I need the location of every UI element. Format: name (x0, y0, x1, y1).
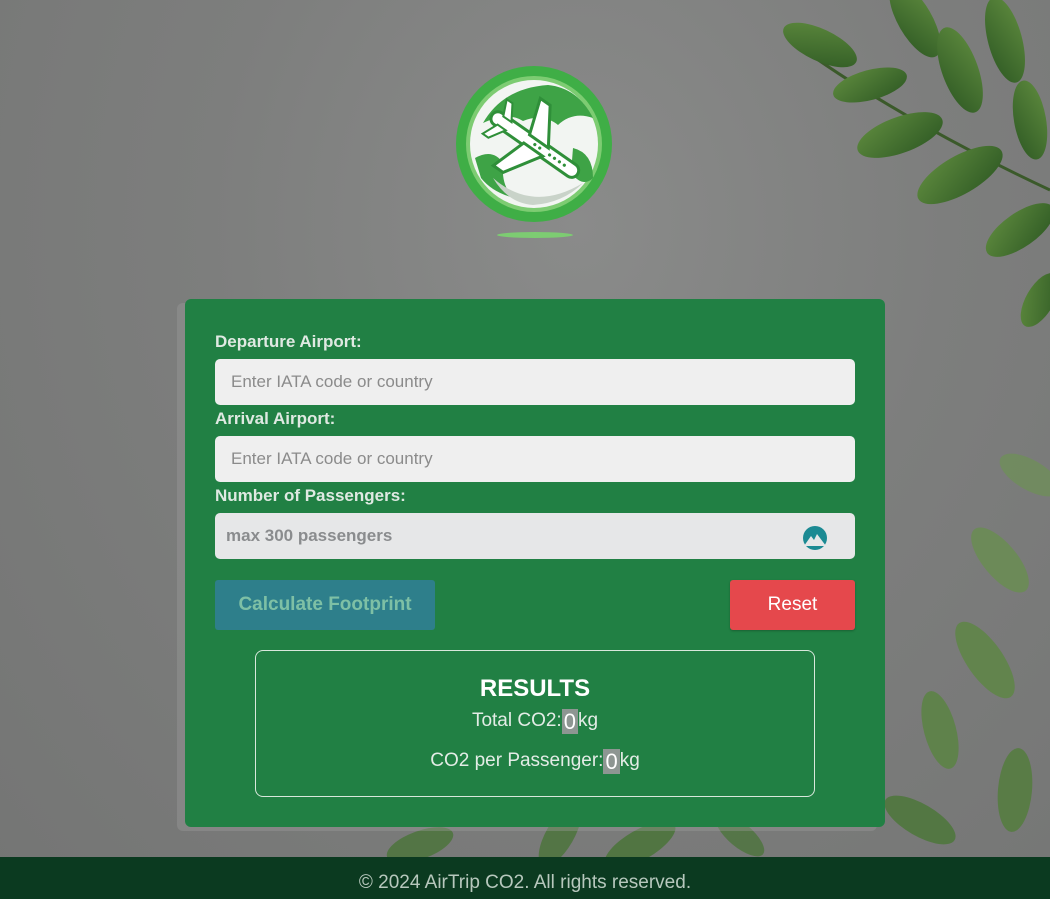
calculate-footprint-button[interactable]: Calculate Footprint (215, 580, 435, 630)
passengers-label: Number of Passengers: (215, 486, 406, 505)
footprint-form-card: Departure Airport: Arrival Airport: Numb… (185, 299, 885, 827)
departure-label: Departure Airport: (215, 332, 362, 351)
copyright-text: © 2024 AirTrip CO2. All rights reserved. (358, 872, 692, 893)
co2-per-passenger-value: 0 (603, 749, 620, 774)
app-logo (453, 63, 615, 243)
total-co2-value: 0 (561, 709, 578, 734)
departure-airport-input[interactable] (215, 359, 855, 405)
total-co2-unit: kg (577, 710, 599, 731)
arrival-airport-input[interactable] (215, 436, 855, 482)
reset-button[interactable]: Reset (730, 580, 855, 630)
co2-per-passenger-line: CO2 per Passenger:0 kg (256, 749, 814, 774)
total-co2-label: Total CO2: (471, 710, 562, 731)
results-title: RESULTS (479, 675, 591, 702)
footer: © 2024 AirTrip CO2. All rights reserved. (0, 857, 1050, 899)
co2-per-passenger-unit: kg (619, 750, 640, 771)
autofill-extension-icon[interactable] (801, 524, 829, 552)
passengers-input[interactable] (215, 513, 855, 559)
results-panel: RESULTS Total CO2:0 kg CO2 per Passenger:… (255, 650, 815, 797)
co2-per-passenger-label: CO2 per Passenger: (430, 750, 604, 771)
arrival-label: Arrival Airport: (215, 409, 336, 428)
total-co2-line: Total CO2:0 kg (256, 709, 814, 734)
